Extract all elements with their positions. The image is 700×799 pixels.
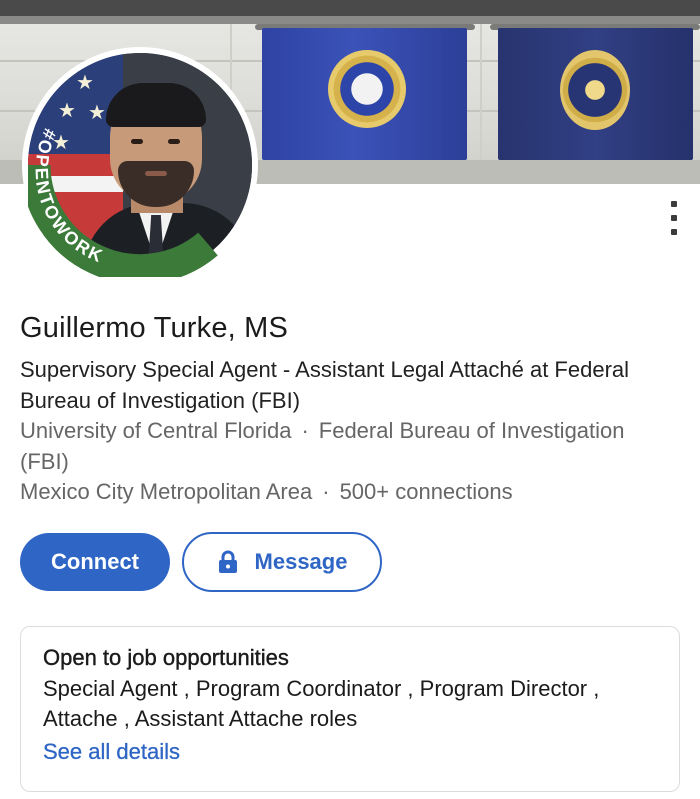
- banner-ceiling-trim: [0, 16, 700, 24]
- profile-education-company: University of Central Florida · Federal Bu…: [20, 415, 640, 477]
- mouth: [145, 171, 167, 176]
- connect-label: Connect: [51, 549, 139, 574]
- more-vertical-icon: [671, 201, 677, 207]
- doj-seal-icon: [560, 50, 630, 130]
- education-link[interactable]: University of Central Florida: [20, 418, 291, 443]
- eye: [131, 139, 143, 144]
- location-text: Mexico City Metropolitan Area: [20, 479, 313, 504]
- avatar-photo: ★ ★ ★ ★: [28, 53, 252, 277]
- separator: ·: [322, 479, 330, 504]
- profile-headline: Supervisory Special Agent - Assistant Le…: [20, 357, 630, 413]
- star-icon: ★: [88, 102, 106, 124]
- star-icon: ★: [52, 132, 70, 154]
- profile-avatar[interactable]: ★ ★ ★ ★: [22, 47, 258, 283]
- more-options-button[interactable]: [660, 196, 688, 240]
- star-icon: ★: [58, 100, 76, 122]
- more-vertical-icon: [671, 229, 677, 235]
- more-vertical-icon: [671, 215, 677, 221]
- fbi-seal-icon: [328, 50, 406, 128]
- profile-name: Guillermo Turke, MS: [20, 312, 289, 344]
- message-button[interactable]: Message: [182, 532, 382, 592]
- separator: ·: [301, 418, 309, 443]
- open-to-work-card[interactable]: Open to job opportunities Special Agent …: [20, 626, 680, 792]
- see-all-details-link[interactable]: See all details: [43, 739, 180, 765]
- star-icon: ★: [76, 72, 94, 94]
- lock-icon: [218, 550, 237, 573]
- card-roles: Special Agent , Program Coordinator , Pr…: [43, 676, 600, 731]
- connections-link[interactable]: 500+ connections: [340, 479, 513, 504]
- eye: [168, 139, 180, 144]
- banner-ceiling: [0, 0, 700, 16]
- hair: [106, 83, 206, 127]
- card-title: Open to job opportunities: [43, 645, 289, 670]
- profile-location: Mexico City Metropolitan Area · 500+ conne…: [20, 476, 680, 507]
- message-label: Message: [254, 549, 348, 574]
- connect-button[interactable]: Connect: [20, 533, 170, 591]
